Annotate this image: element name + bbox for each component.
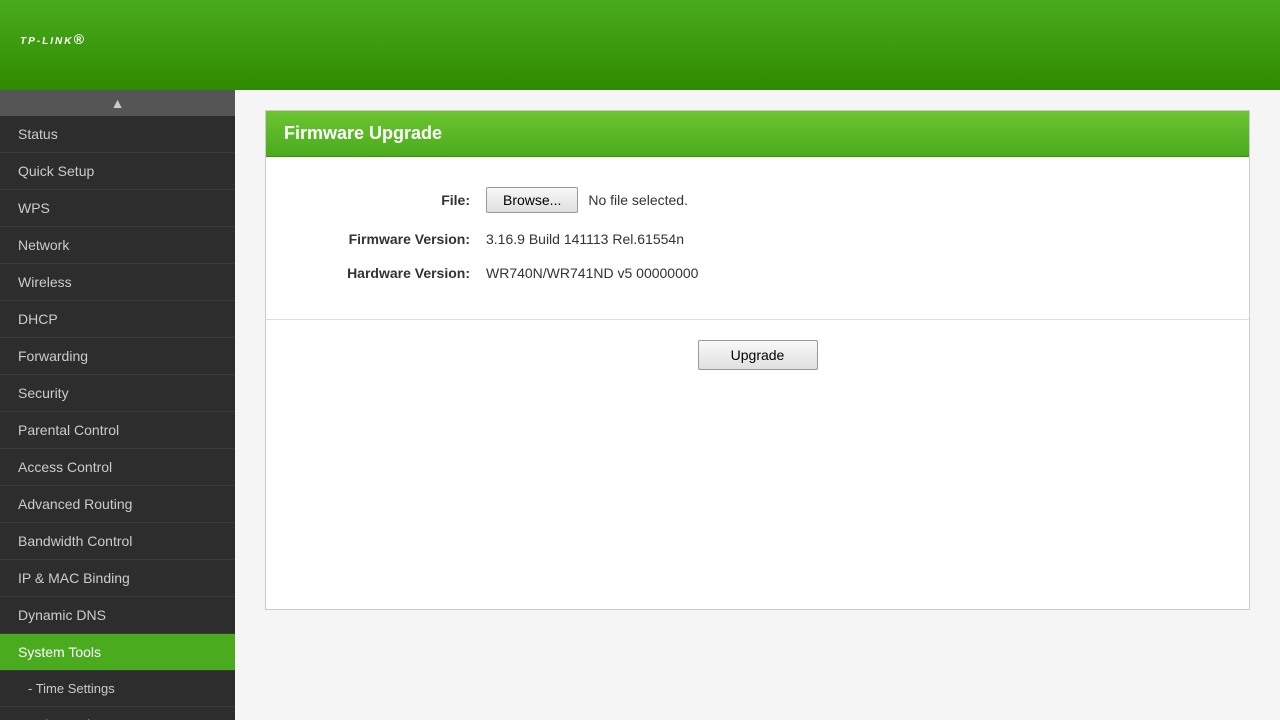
main-content: Firmware Upgrade File: Browse... No file…	[235, 90, 1280, 720]
sidebar-item-wireless[interactable]: Wireless	[0, 264, 235, 301]
sidebar-item-bandwidth-control[interactable]: Bandwidth Control	[0, 523, 235, 560]
file-label: File:	[286, 192, 486, 208]
panel-header: Firmware Upgrade	[266, 111, 1249, 157]
logo-text: TP-LINK	[20, 36, 73, 47]
hardware-version-row: Hardware Version: WR740N/WR741ND v5 0000…	[286, 265, 1229, 281]
firmware-version-row: Firmware Version: 3.16.9 Build 141113 Re…	[286, 231, 1229, 247]
sidebar: ▲ Status Quick Setup WPS Network Wireles…	[0, 90, 235, 720]
browse-button[interactable]: Browse...	[486, 187, 578, 213]
header: TP-LINK®	[0, 0, 1280, 90]
sidebar-item-security[interactable]: Security	[0, 375, 235, 412]
panel-title: Firmware Upgrade	[284, 123, 442, 143]
upgrade-button[interactable]: Upgrade	[698, 340, 818, 370]
action-area: Upgrade	[266, 320, 1249, 390]
sidebar-item-system-tools[interactable]: System Tools	[0, 634, 235, 671]
logo: TP-LINK®	[20, 24, 86, 66]
logo-mark: ®	[73, 31, 85, 47]
sidebar-item-access-control[interactable]: Access Control	[0, 449, 235, 486]
sidebar-item-time-settings[interactable]: - Time Settings	[0, 671, 235, 707]
hardware-version-label: Hardware Version:	[286, 265, 486, 281]
file-row: File: Browse... No file selected.	[286, 187, 1229, 213]
sidebar-item-advanced-routing[interactable]: Advanced Routing	[0, 486, 235, 523]
sidebar-item-diagnostic[interactable]: - Diagnostic	[0, 707, 235, 720]
scroll-up[interactable]: ▲	[0, 90, 235, 116]
sidebar-item-ip-mac-binding[interactable]: IP & MAC Binding	[0, 560, 235, 597]
sidebar-item-dhcp[interactable]: DHCP	[0, 301, 235, 338]
no-file-text: No file selected.	[588, 192, 688, 208]
content-panel: Firmware Upgrade File: Browse... No file…	[265, 110, 1250, 610]
hardware-version-value: WR740N/WR741ND v5 00000000	[486, 265, 698, 281]
sidebar-item-forwarding[interactable]: Forwarding	[0, 338, 235, 375]
firmware-version-value: 3.16.9 Build 141113 Rel.61554n	[486, 231, 684, 247]
layout: ▲ Status Quick Setup WPS Network Wireles…	[0, 90, 1280, 720]
file-input-area: Browse... No file selected.	[486, 187, 688, 213]
sidebar-item-parental-control[interactable]: Parental Control	[0, 412, 235, 449]
sidebar-item-network[interactable]: Network	[0, 227, 235, 264]
sidebar-item-quick-setup[interactable]: Quick Setup	[0, 153, 235, 190]
firmware-version-label: Firmware Version:	[286, 231, 486, 247]
sidebar-item-status[interactable]: Status	[0, 116, 235, 153]
sidebar-item-wps[interactable]: WPS	[0, 190, 235, 227]
sidebar-item-dynamic-dns[interactable]: Dynamic DNS	[0, 597, 235, 634]
form-area: File: Browse... No file selected. Firmwa…	[266, 157, 1249, 320]
